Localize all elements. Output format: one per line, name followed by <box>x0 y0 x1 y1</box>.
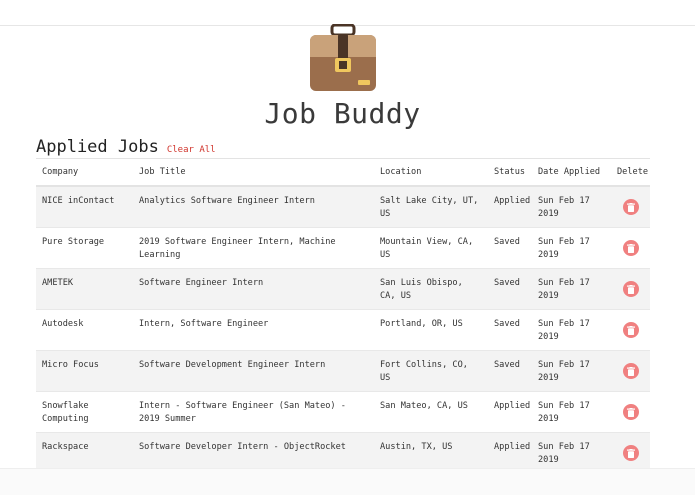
cell-delete <box>611 228 650 269</box>
cell-date-applied: Sun Feb 17 2019 <box>538 360 590 383</box>
cell-company: Snowflake Computing <box>42 401 89 424</box>
table-row[interactable]: Snowflake Computing Intern - Software En… <box>36 391 650 433</box>
cell-company: Autodesk <box>42 319 84 329</box>
applied-jobs-table: Company Job Title Location Status Date A… <box>36 158 650 473</box>
cell-location: Mountain View, CA, US <box>380 237 474 260</box>
cell-location: Salt Lake City, UT, US <box>380 196 479 219</box>
section-title: Applied Jobs <box>36 137 159 157</box>
delete-button[interactable] <box>622 240 639 256</box>
cell-company: Micro Focus <box>42 360 99 370</box>
cell-delete <box>611 269 650 310</box>
cell-status: Saved <box>494 319 520 329</box>
cell-status: Applied <box>494 196 531 206</box>
cell-date-applied: Sun Feb 17 2019 <box>538 196 590 219</box>
table-row[interactable]: Pure Storage 2019 Software Engineer Inte… <box>36 227 650 269</box>
cell-job-title: 2019 Software Engineer Intern, Machine L… <box>139 237 336 260</box>
column-header-status[interactable]: Status <box>488 158 532 187</box>
cell-job-title: Software Engineer Intern <box>139 278 264 288</box>
trash-icon <box>626 243 635 253</box>
cell-status: Saved <box>494 278 520 288</box>
cell-date-applied: Sun Feb 17 2019 <box>538 442 590 465</box>
cell-date-applied: Sun Feb 17 2019 <box>538 401 590 424</box>
trash-icon <box>626 407 635 417</box>
trash-icon <box>626 202 635 212</box>
delete-button[interactable] <box>622 322 639 338</box>
cell-date-applied: Sun Feb 17 2019 <box>538 237 590 260</box>
cell-job-title: Analytics Software Engineer Intern <box>139 196 315 206</box>
cell-location: San Luis Obispo, CA, US <box>380 278 463 301</box>
table-row[interactable]: AMETEK Software Engineer Intern San Luis… <box>36 268 650 310</box>
section-header: Applied Jobs Clear All <box>36 137 216 157</box>
table-row[interactable]: Rackspace Software Developer Intern - Ob… <box>36 432 650 474</box>
cell-date-applied: Sun Feb 17 2019 <box>538 278 590 301</box>
trash-icon <box>626 448 635 458</box>
delete-button[interactable] <box>622 404 639 420</box>
cell-location: Portland, OR, US <box>380 319 463 329</box>
cell-delete <box>611 351 650 392</box>
cell-status: Applied <box>494 401 531 411</box>
briefcase-icon <box>309 23 377 92</box>
table-row[interactable]: Autodesk Intern, Software Engineer Portl… <box>36 309 650 351</box>
column-header-delete: Delete <box>611 158 650 187</box>
cell-delete <box>611 186 650 228</box>
column-header-date-applied[interactable]: Date Applied <box>532 158 611 187</box>
table-row[interactable]: Micro Focus Software Development Enginee… <box>36 350 650 392</box>
bottom-bar <box>0 468 695 495</box>
delete-button[interactable] <box>622 199 639 215</box>
cell-location: Austin, TX, US <box>380 442 453 452</box>
cell-company: Pure Storage <box>42 237 105 247</box>
cell-location: San Mateo, CA, US <box>380 401 468 411</box>
trash-icon <box>626 325 635 335</box>
cell-job-title: Software Development Engineer Intern <box>139 360 326 370</box>
cell-job-title: Intern - Software Engineer (San Mateo) -… <box>139 401 346 424</box>
cell-location: Fort Collins, CO, US <box>380 360 468 383</box>
cell-delete <box>611 433 650 474</box>
cell-company: NICE inContact <box>42 196 115 206</box>
column-header-job-title[interactable]: Job Title <box>133 158 374 187</box>
cell-job-title: Software Developer Intern - ObjectRocket <box>139 442 346 452</box>
trash-icon <box>626 366 635 376</box>
clear-all-link[interactable]: Clear All <box>167 145 216 155</box>
column-header-company[interactable]: Company <box>36 158 133 187</box>
delete-button[interactable] <box>622 363 639 379</box>
cell-delete <box>611 392 650 433</box>
cell-status: Saved <box>494 237 520 247</box>
trash-icon <box>626 284 635 294</box>
delete-button[interactable] <box>622 445 639 461</box>
table-header-row: Company Job Title Location Status Date A… <box>36 158 650 187</box>
table-row[interactable]: NICE inContact Analytics Software Engine… <box>36 186 650 228</box>
cell-company: Rackspace <box>42 442 89 452</box>
cell-company: AMETEK <box>42 278 74 288</box>
app-title: Job Buddy <box>264 97 421 130</box>
top-bar <box>0 0 695 26</box>
cell-status: Applied <box>494 442 531 452</box>
cell-date-applied: Sun Feb 17 2019 <box>538 319 590 342</box>
cell-delete <box>611 310 650 351</box>
cell-job-title: Intern, Software Engineer <box>139 319 269 329</box>
cell-status: Saved <box>494 360 520 370</box>
column-header-location[interactable]: Location <box>374 158 488 187</box>
delete-button[interactable] <box>622 281 639 297</box>
